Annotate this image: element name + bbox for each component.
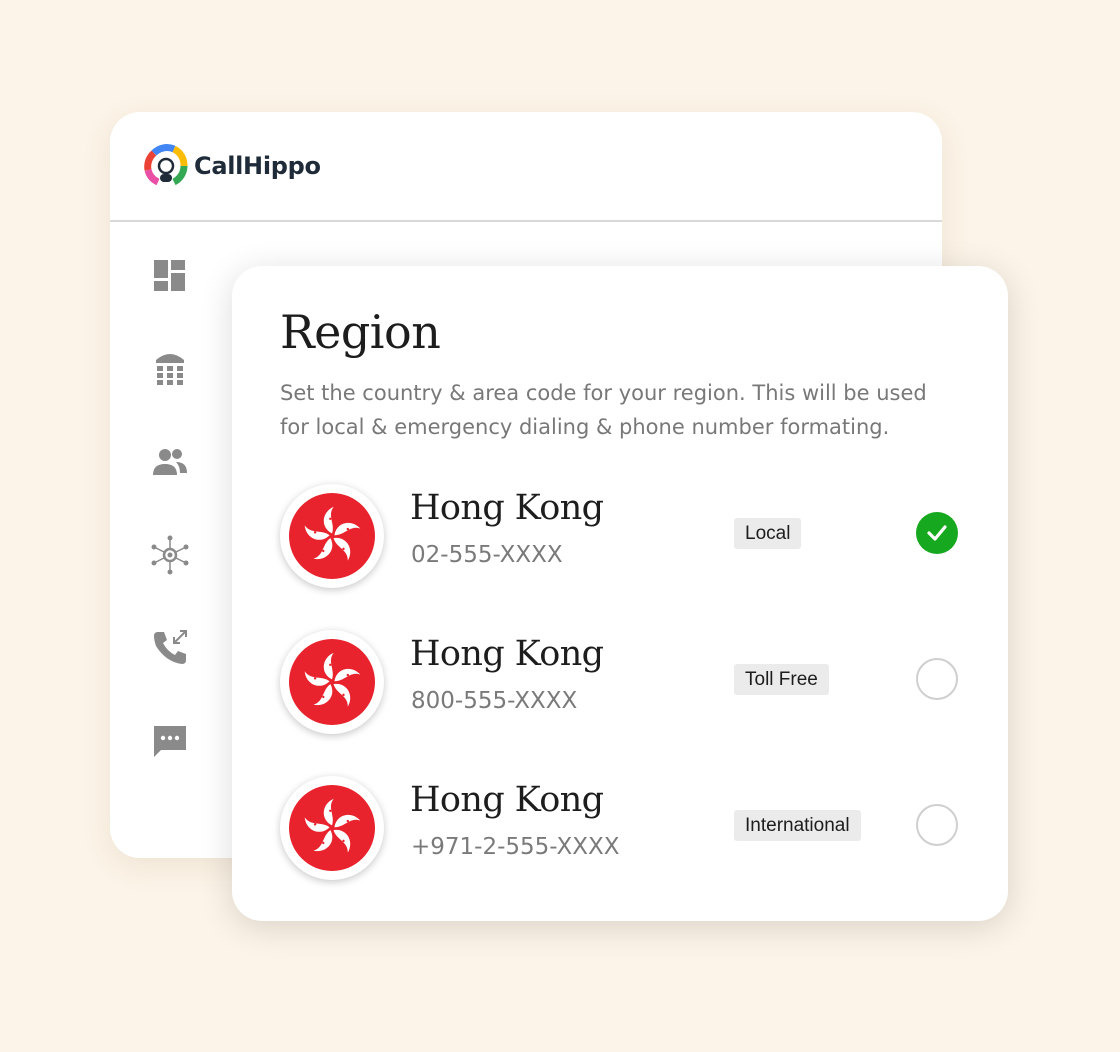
number-format: 800-555-XXXX [411, 688, 578, 714]
radio-button[interactable] [916, 658, 958, 700]
sidebar [146, 252, 194, 810]
sidebar-item-call-logs[interactable] [146, 624, 194, 672]
region-option-international[interactable]: Hong Kong +971-2-555-XXXX International [280, 776, 960, 922]
number-type-badge: Toll Free [734, 664, 829, 695]
hong-kong-flag-icon [289, 639, 375, 725]
country-name: Hong Kong [410, 634, 604, 674]
stage: CallHippo Region Set the country & area … [0, 0, 1120, 1052]
sidebar-item-contacts[interactable] [146, 438, 194, 486]
sidebar-item-messages[interactable] [146, 717, 194, 765]
region-description: Set the country & area code for your reg… [280, 381, 927, 439]
hong-kong-flag-icon [289, 785, 375, 871]
call-logs-icon [154, 630, 187, 664]
sidebar-item-dashboard[interactable] [146, 252, 194, 300]
region-option-local[interactable]: Hong Kong 02-555-XXXX Local [280, 484, 960, 630]
brand-logo[interactable]: CallHippo [144, 144, 321, 188]
dashboard-icon [154, 260, 185, 291]
contacts-icon [153, 449, 187, 475]
number-format: 02-555-XXXX [411, 542, 563, 568]
number-type-badge: International [734, 810, 861, 841]
flag-container [280, 484, 384, 588]
number-format: +971-2-555-XXXX [411, 834, 620, 860]
number-type-badge: Local [734, 518, 802, 549]
region-option-toll-free[interactable]: Hong Kong 800-555-XXXX Toll Free [280, 630, 960, 776]
region-title: Region [280, 305, 441, 359]
region-options-list: Hong Kong 02-555-XXXX Local Hong Kong 80… [280, 484, 960, 922]
country-name: Hong Kong [410, 780, 604, 820]
integrations-icon [151, 535, 189, 575]
flag-container [280, 776, 384, 880]
country-name: Hong Kong [410, 488, 604, 528]
app-header: CallHippo [110, 112, 942, 222]
dialpad-icon [156, 354, 184, 385]
messages-icon [154, 726, 186, 757]
selected-check-icon[interactable] [916, 512, 958, 554]
radio-button[interactable] [916, 804, 958, 846]
hong-kong-flag-icon [289, 493, 375, 579]
flag-container [280, 630, 384, 734]
brand-name: CallHippo [194, 152, 321, 180]
callhippo-logo-icon [144, 144, 188, 186]
checkmark-icon [927, 525, 947, 541]
sidebar-item-dialpad[interactable] [146, 345, 194, 393]
region-card: Region Set the country & area code for y… [232, 266, 1008, 921]
sidebar-item-integrations[interactable] [146, 531, 194, 579]
